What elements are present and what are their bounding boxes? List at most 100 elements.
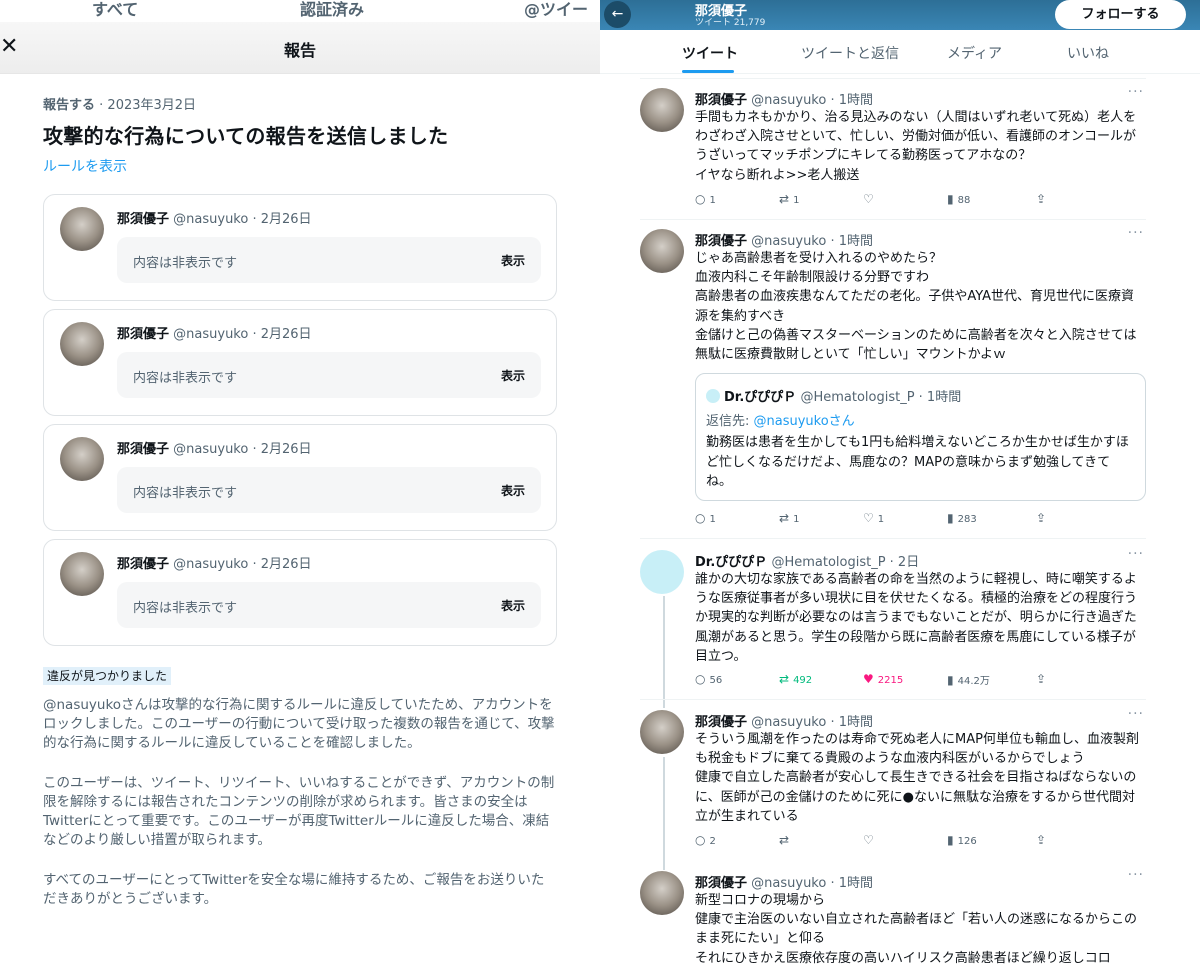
retweet-button[interactable]: ⇄ 1 <box>779 511 799 525</box>
hidden-content-box: 内容は非表示です 表示 <box>117 352 541 398</box>
show-button[interactable]: 表示 <box>501 597 525 614</box>
reply-icon: ○ <box>695 833 706 847</box>
like-button[interactable]: ♡ <box>863 833 878 847</box>
violation-badge: 違反が見つかりました <box>43 667 172 685</box>
tweet-text: 誰かの大切な家族である高齢者の命を当然のように軽視し、時に嘲笑するような医療従事… <box>695 572 1138 664</box>
reported-author: 那須優子 @nasuyuko · 2月26日 <box>117 553 312 572</box>
reply-button[interactable]: ○ 56 <box>695 672 722 686</box>
views-icon: ▮ <box>947 511 954 525</box>
retweet-icon: ⇄ <box>779 672 790 686</box>
report-meta-label: 報告する <box>43 98 96 113</box>
tweet[interactable]: 那須優子 @nasuyuko · 1時間 ··· 新型コロナの現場から 健康で主… <box>640 871 1146 969</box>
views-button[interactable]: ▮ 44.2万 <box>947 672 990 687</box>
tab-tweets[interactable]: ツイート <box>682 43 738 63</box>
author-handle: @nasuyuko · 1時間 <box>751 93 873 108</box>
report-heading: 攻撃的な行為についての報告を送信しました <box>43 124 449 148</box>
views-icon: ▮ <box>947 833 954 847</box>
reply-to-link[interactable]: @nasuyukoさん <box>754 414 855 429</box>
tweet[interactable]: 那須優子 @nasuyuko · 1時間 ··· そういう風潮を作ったのは寿命で… <box>640 706 1146 855</box>
tweet-header: 那須優子 @nasuyuko · 1時間 <box>695 711 873 730</box>
reply-icon: ○ <box>695 192 706 206</box>
divider <box>640 219 1146 220</box>
avatar <box>60 437 104 481</box>
author-handle: @nasuyuko · 1時間 <box>751 876 873 891</box>
tab-verified[interactable]: 認証済み <box>300 0 364 20</box>
tab-likes[interactable]: いいね <box>1067 43 1109 63</box>
author-handle: @nasuyuko · 1時間 <box>751 234 873 249</box>
retweet-icon: ⇄ <box>779 192 790 206</box>
reply-icon: ○ <box>695 672 706 686</box>
tweet-text: じゃあ高齢患者を受け入れるのやめたら？ 血液内科こそ年齢制限設ける分野ですわ 高… <box>695 251 1137 363</box>
more-icon[interactable]: ··· <box>1128 546 1144 562</box>
show-button[interactable]: 表示 <box>501 482 525 499</box>
tweet[interactable]: Dr.ぴぴぴＰ @Hematologist_P · 2日 ··· 誰かの大切な家… <box>640 546 1146 695</box>
share-button[interactable]: ⇪ <box>1036 192 1050 206</box>
tab-tweets-replies[interactable]: ツイートと返信 <box>801 43 899 63</box>
retweet-button[interactable]: ⇄ <box>779 833 793 847</box>
hidden-content-text: 内容は非表示です <box>133 601 238 616</box>
like-button[interactable]: ♡ 1 <box>863 511 884 525</box>
more-icon[interactable]: ··· <box>1128 871 1144 883</box>
heart-icon: ♡ <box>863 511 874 525</box>
retweet-button[interactable]: ⇄ 1 <box>779 192 799 206</box>
avatar[interactable] <box>640 550 684 594</box>
profile-tabs: ツイート ツイートと返信 メディア いいね <box>600 30 1200 74</box>
more-icon[interactable]: ··· <box>1128 84 1144 100</box>
show-button[interactable]: 表示 <box>501 367 525 384</box>
avatar[interactable] <box>640 88 684 132</box>
avatar[interactable] <box>640 871 684 915</box>
reply-prefix: 返信先: <box>706 414 754 429</box>
share-button[interactable]: ⇪ <box>1036 511 1050 525</box>
tab-all[interactable]: すべて <box>92 0 138 20</box>
result-paragraph-1: @nasuyukoさんは攻撃的な行為に関するルールに違反していたため、アカウント… <box>43 697 555 751</box>
author-name: 那須優子 <box>117 557 170 572</box>
more-icon[interactable]: ··· <box>1128 225 1144 241</box>
author-name: 那須優子 <box>117 327 170 342</box>
avatar[interactable] <box>640 710 684 754</box>
author-name: Dr.ぴぴぴＰ <box>695 555 768 570</box>
views-button[interactable]: ▮ 88 <box>947 192 970 206</box>
heart-icon: ♡ <box>863 192 874 206</box>
reply-count: 1 <box>709 514 716 525</box>
author-handle: @nasuyuko · 2月26日 <box>173 442 312 457</box>
avatar <box>60 207 104 251</box>
result-paragraph-2: このユーザーは、ツイート、リツイート、いいねすることができず、アカウントの制限を… <box>43 775 555 848</box>
view-count: 126 <box>957 836 977 847</box>
reply-button[interactable]: ○ 1 <box>695 511 716 525</box>
avatar[interactable] <box>640 229 684 273</box>
views-button[interactable]: ▮ 126 <box>947 833 977 847</box>
retweet-button[interactable]: ⇄ 492 <box>779 672 812 686</box>
author-name: 那須優子 <box>695 93 748 108</box>
tweet-actions: ○ 2 ⇄ ♡ ▮ 126 ⇪ <box>695 833 1145 849</box>
avatar <box>706 389 720 403</box>
show-button[interactable]: 表示 <box>501 252 525 269</box>
view-rules-link[interactable]: ルールを表示 <box>43 156 127 176</box>
active-tab-indicator <box>682 70 734 73</box>
tab-media[interactable]: メディア <box>947 43 1002 63</box>
reply-button[interactable]: ○ 2 <box>695 833 716 847</box>
follow-button[interactable]: フォローする <box>1055 0 1186 29</box>
reply-button[interactable]: ○ 1 <box>695 192 716 206</box>
share-icon: ⇪ <box>1036 833 1047 847</box>
view-count: 88 <box>957 195 971 206</box>
like-count: 2215 <box>877 675 904 686</box>
retweet-count: 492 <box>793 675 813 686</box>
tweet[interactable]: 那須優子 @nasuyuko · 1時間 ··· 手間もカネもかかり、治る見込み… <box>640 84 1146 212</box>
like-button[interactable]: ♥ 2215 <box>863 672 903 686</box>
author-handle: @nasuyuko · 2月26日 <box>173 212 312 227</box>
tab-mentions[interactable]: @ツイート <box>524 0 600 22</box>
share-button[interactable]: ⇪ <box>1036 833 1050 847</box>
hidden-content-box: 内容は非表示です 表示 <box>117 582 541 628</box>
views-button[interactable]: ▮ 283 <box>947 511 977 525</box>
divider <box>640 538 1146 539</box>
author-handle: @nasuyuko · 2月26日 <box>173 557 312 572</box>
reply-to-line: 返信先: @nasuyukoさん <box>706 410 855 429</box>
quoted-tweet[interactable]: Dr.ぴぴぴＰ @Hematologist_P · 1時間 返信先: @nasu… <box>695 373 1146 501</box>
back-arrow-icon[interactable]: ← <box>604 1 631 28</box>
tweet-text: 手間もカネもかかり、治る見込みのない（人間はいずれ老いて死ぬ）老人をわざわざ入院… <box>695 110 1137 183</box>
heart-icon: ♡ <box>863 833 874 847</box>
profile-timeline-panel: ← 那須優子 ツイート 21,779 フォローする ツイート ツイートと返信 メ… <box>600 0 1200 969</box>
share-button[interactable]: ⇪ <box>1036 672 1050 686</box>
more-icon[interactable]: ··· <box>1128 706 1144 722</box>
like-button[interactable]: ♡ <box>863 192 878 206</box>
